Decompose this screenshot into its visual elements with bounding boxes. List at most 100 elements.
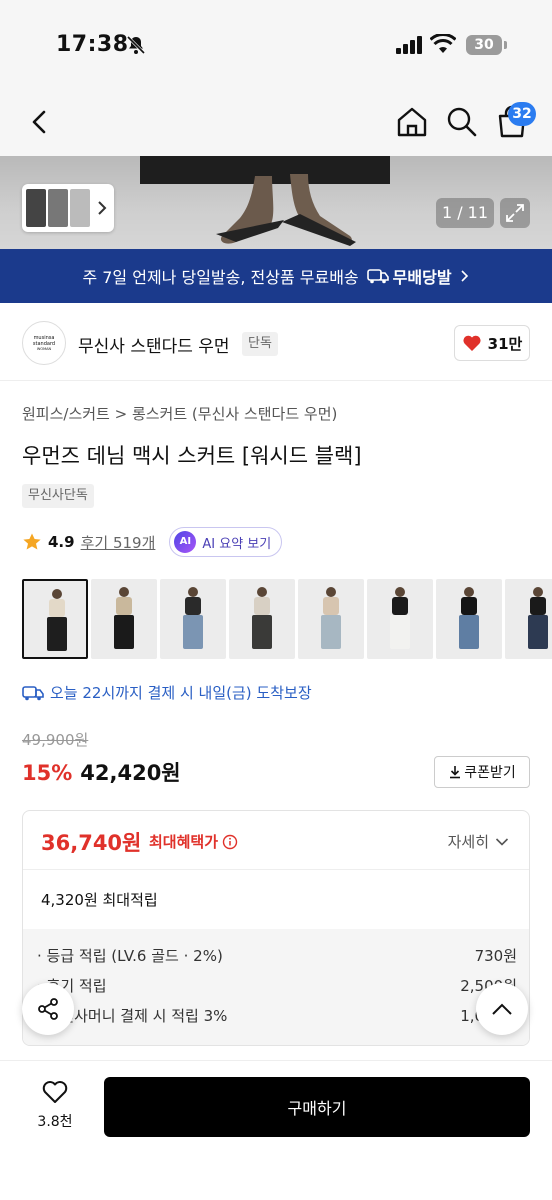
price-row: 15% 42,420원 (22, 757, 181, 787)
buy-button[interactable]: 구매하기 (104, 1077, 530, 1137)
benefit-box: 36,740원 최대혜택가 자세히 4,320원 최대적립 · 등급 적립 (L… (22, 810, 530, 1046)
download-icon (450, 766, 461, 779)
like-button[interactable]: 31만 (454, 325, 530, 361)
rating-row: 4.9 후기 519개 AI AI 요약 보기 (22, 527, 283, 557)
product-thumbnail[interactable] (436, 579, 502, 659)
model-top (461, 597, 477, 615)
chevron-right-icon (98, 201, 107, 215)
ai-summary-button[interactable]: AI AI 요약 보기 (169, 527, 283, 557)
model-top (185, 597, 201, 615)
points-row: · 무신사머니 결제 시 적립 3% 1,090원 (37, 1005, 517, 1026)
brand-name[interactable]: 무신사 스탠다드 우먼 (78, 332, 230, 357)
image-counter: 1 / 11 (436, 198, 494, 228)
status-time: 17:38 (56, 32, 129, 57)
ai-summary-label: AI 요약 보기 (202, 536, 272, 552)
hero-thumbnail-preview[interactable] (22, 184, 114, 232)
points-row-value: 730원 (474, 947, 517, 965)
delivery-guarantee: 오늘 22시까지 결제 시 내일(금) 도착보장 (22, 682, 312, 703)
coupon-button[interactable]: 쿠폰받기 (434, 756, 530, 788)
model-head (52, 589, 62, 599)
product-thumbnail[interactable] (22, 579, 88, 659)
share-icon (38, 998, 58, 1020)
model-skirt (47, 617, 67, 651)
musinsa-exclusive-tag: 무신사단독 (22, 484, 94, 508)
product-thumbnail[interactable] (229, 579, 295, 659)
detail-label: 자세히 (447, 833, 489, 851)
discount-rate: 15% (22, 761, 73, 785)
thumbnail-strip[interactable] (22, 579, 552, 659)
max-benefit-label[interactable]: 최대혜택가 (149, 831, 238, 852)
model-top (323, 597, 339, 615)
wishlist-count: 3.8천 (37, 1114, 73, 1130)
share-button[interactable] (22, 983, 74, 1035)
back-arrow-icon[interactable] (24, 106, 56, 138)
exclusive-tag: 단독 (242, 332, 278, 356)
preview-thumb-2 (48, 189, 68, 227)
battery-level: 30 (466, 35, 502, 55)
product-thumbnail[interactable] (505, 579, 552, 659)
delivery-truck-icon (366, 269, 389, 284)
model-head (533, 587, 543, 597)
product-thumbnail[interactable] (367, 579, 433, 659)
brand-logo[interactable]: musinsa standard WOMAN (22, 321, 66, 365)
chevron-right-icon (460, 270, 468, 282)
model-skirt (528, 615, 548, 649)
model-head (188, 587, 198, 597)
review-link[interactable]: 후기 519개 (81, 532, 156, 553)
preview-thumb-1 (26, 189, 46, 227)
home-icon[interactable] (394, 104, 430, 140)
wifi-icon (430, 34, 456, 53)
product-hero-image[interactable]: 1 / 11 (0, 156, 552, 249)
points-detail: · 등급 적립 (LV.6 골드 · 2%) 730원 · 후기 적립 2,50… (23, 929, 529, 1045)
heart-outline-icon (42, 1081, 68, 1103)
model-skirt (390, 615, 410, 649)
ai-icon: AI (174, 531, 197, 553)
coupon-label: 쿠폰받기 (464, 765, 516, 781)
breadcrumb[interactable]: 원피스/스커트 > 롱스커트 (무신사 스탠다드 우먼) (22, 403, 337, 424)
sale-price: 42,420원 (80, 761, 181, 785)
model-skirt (183, 615, 203, 649)
product-thumbnail[interactable] (298, 579, 364, 659)
battery-tip (504, 41, 507, 49)
model-top (254, 597, 270, 615)
star-icon (23, 533, 41, 550)
model-top (49, 599, 65, 617)
model-head (326, 587, 336, 597)
signal-icon (396, 36, 422, 54)
delivery-truck-icon (22, 685, 44, 700)
model-head (257, 587, 267, 597)
cart-count-badge: 32 (508, 102, 536, 126)
product-thumbnail[interactable] (160, 579, 226, 659)
nav-bar (0, 90, 552, 156)
promo-badge: 무배당발 (366, 264, 452, 288)
max-benefit-price: 36,740원 (41, 831, 142, 855)
model-skirt (459, 615, 479, 649)
expand-icon (506, 204, 524, 222)
expand-button[interactable] (500, 198, 530, 228)
free-shipping-banner[interactable]: 주 7일 언제나 당일발송, 전상품 무료배송 무배당발 (0, 249, 552, 303)
model-top (116, 597, 132, 615)
heart-filled-icon (463, 335, 481, 351)
points-row: · 후기 적립 2,500원 (37, 975, 517, 996)
divider (23, 869, 529, 870)
status-bar: 17:38 30 (0, 0, 552, 90)
original-price: 49,900원 (22, 731, 89, 749)
model-head (464, 587, 474, 597)
model-top (392, 597, 408, 615)
search-icon[interactable] (444, 104, 480, 140)
wishlist-button[interactable]: 3.8천 (28, 1079, 82, 1131)
brand-row: musinsa standard WOMAN 무신사 스탠다드 우먼 단독 31… (0, 303, 552, 381)
bottom-action-bar: 3.8천 구매하기 (0, 1060, 552, 1200)
product-thumbnail[interactable] (91, 579, 157, 659)
info-icon (222, 834, 238, 849)
promo-badge-label: 무배당발 (392, 268, 452, 287)
model-skirt (114, 615, 134, 649)
rating-value: 4.9 (48, 533, 75, 551)
chevron-up-icon (492, 1003, 512, 1015)
model-top (530, 597, 546, 615)
model-skirt (252, 615, 272, 649)
delivery-text: 오늘 22시까지 결제 시 내일(금) 도착보장 (50, 684, 312, 702)
scroll-to-top-button[interactable] (476, 983, 528, 1035)
bell-muted-icon (126, 35, 146, 55)
detail-toggle[interactable]: 자세히 (448, 831, 509, 852)
